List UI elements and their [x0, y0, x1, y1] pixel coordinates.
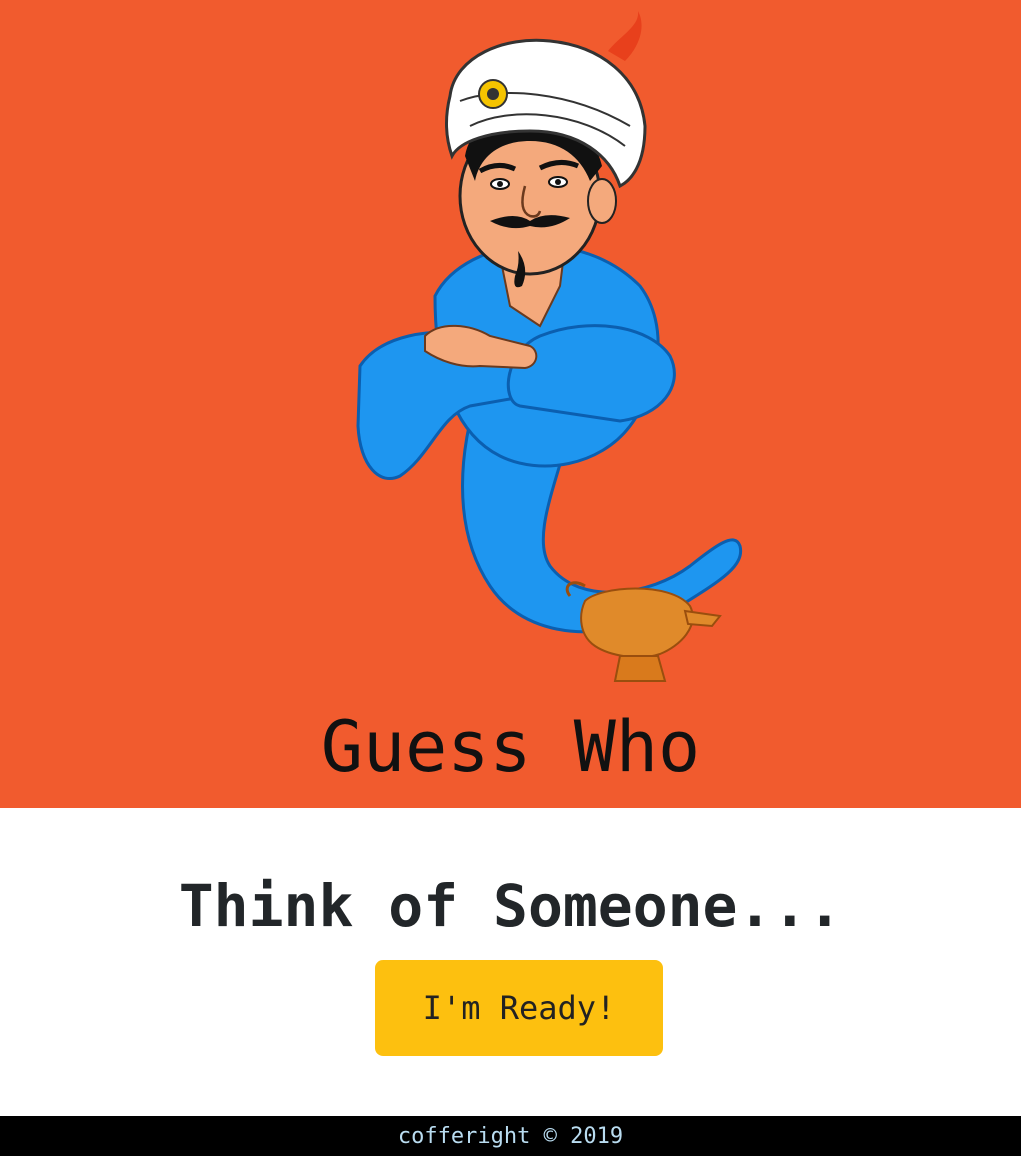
im-ready-button[interactable]: I'm Ready!	[375, 960, 663, 1056]
page-title: Guess Who	[320, 706, 701, 788]
footer: cofferight © 2019	[0, 1116, 1021, 1156]
copyright-text: cofferight © 2019	[397, 1123, 624, 1149]
genie-illustration	[356, 11, 743, 682]
hero-banner: Guess Who	[0, 0, 1021, 808]
think-prompt: Think of Someone...	[178, 872, 843, 940]
